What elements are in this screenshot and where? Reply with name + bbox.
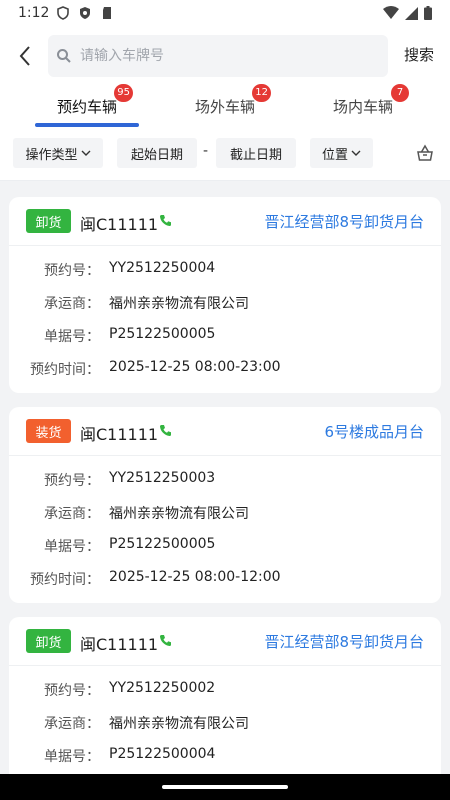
tab-label: 预约车辆 <box>57 98 118 116</box>
search-icon <box>57 49 71 63</box>
document-no-value: P25122500005 <box>109 326 216 342</box>
plate-number: 闽C11111 <box>80 425 159 444</box>
signal-icon <box>405 6 418 20</box>
field-label: 单据号： <box>44 749 100 765</box>
appointment-no-value: YY2512250003 <box>109 470 216 486</box>
dock-name: 6号楼成品月台 <box>324 423 424 441</box>
tab-inside-vehicles[interactable]: 场内车辆 7 <box>333 84 410 117</box>
appointment-time-value: 2025-12-25 08:00-12:00 <box>109 569 281 585</box>
plate-number: 闽C11111 <box>80 635 159 654</box>
tab-badge: 95 <box>114 84 134 102</box>
phone-icon[interactable] <box>159 214 172 227</box>
appointment-card[interactable]: 卸货 闽C11111 晋江经营部8号卸货月台 预约号： YY2512250004… <box>9 197 441 393</box>
appointment-no-value: YY2512250002 <box>109 680 216 696</box>
date-separator: - <box>203 143 209 159</box>
field-label: 预约号： <box>44 683 100 699</box>
appointment-time-row: 预约时间： 2025-12-25 08:00-23:00 <box>9 359 441 392</box>
shield-icon <box>57 6 69 20</box>
card-body: 预约号： YY2512250004 承运商： 福州亲亲物流有限公司 单据号： P… <box>9 246 441 392</box>
carrier-value: 福州亲亲物流有限公司 <box>109 296 249 312</box>
field-label: 单据号： <box>44 539 100 555</box>
appointment-list: 卸货 闽C11111 晋江经营部8号卸货月台 预约号： YY2512250004… <box>0 188 450 774</box>
filter-label: 位置 <box>321 147 348 163</box>
appointment-time-value: 2025-12-25 08:00-23:00 <box>109 359 281 375</box>
appointment-no-row: 预约号： YY2512250003 <box>9 470 441 503</box>
field-label: 单据号： <box>44 329 100 345</box>
field-label: 预约时间： <box>30 572 100 588</box>
filter-label: 操作类型 <box>25 147 78 163</box>
appointment-no-value: YY2512250004 <box>109 260 216 276</box>
field-label: 承运商： <box>44 506 100 522</box>
phone-icon[interactable] <box>159 634 172 647</box>
tab-outside-vehicles[interactable]: 场外车辆 12 <box>195 84 272 117</box>
field-label: 预约号： <box>44 263 100 279</box>
carrier-row: 承运商： 福州亲亲物流有限公司 <box>9 293 441 326</box>
field-label: 预约号： <box>44 473 100 489</box>
carrier-value: 福州亲亲物流有限公司 <box>109 716 249 732</box>
back-button[interactable] <box>12 42 38 70</box>
system-nav-bar <box>0 774 450 800</box>
appointment-no-row: 预约号： YY2512250002 <box>9 680 441 713</box>
operation-type-tag: 装货 <box>26 419 71 443</box>
operation-type-filter[interactable]: 操作类型 <box>13 138 103 168</box>
tab-label: 场内车辆 <box>333 98 394 116</box>
chevron-down-icon <box>81 150 90 156</box>
appointment-time-row: 预约时间： 2025-12-25 08:00-12:00 <box>9 569 441 602</box>
search-input[interactable] <box>78 47 362 65</box>
basket-icon[interactable] <box>415 143 435 163</box>
home-gesture-handle[interactable] <box>162 785 288 789</box>
dock-name: 晋江经营部8号卸货月台 <box>264 633 424 651</box>
top-panel: 1:12 搜索 预约车辆 95 场外车辆 12 <box>0 0 450 181</box>
start-date-filter[interactable]: 起始日期 <box>117 138 197 168</box>
sd-card-icon <box>103 7 111 19</box>
wifi-icon <box>383 6 399 19</box>
appointment-card[interactable]: 装货 闽C11111 6号楼成品月台 预约号： YY2512250003 承运商… <box>9 407 441 603</box>
document-no-value: P25122500005 <box>109 536 216 552</box>
plate-number: 闽C11111 <box>80 215 159 234</box>
phone-icon[interactable] <box>159 424 172 437</box>
battery-icon <box>424 6 432 20</box>
search-box[interactable] <box>48 35 388 77</box>
chevron-down-icon <box>351 150 361 156</box>
document-no-row: 单据号： P25122500005 <box>9 326 441 359</box>
tab-active-indicator <box>35 123 139 127</box>
card-header: 卸货 闽C11111 晋江经营部8号卸货月台 <box>9 617 441 666</box>
dock-name: 晋江经营部8号卸货月台 <box>264 213 424 231</box>
chevron-left-icon <box>19 46 30 66</box>
tab-appointment-vehicles[interactable]: 预约车辆 95 <box>35 84 139 127</box>
tab-badge: 7 <box>391 84 410 102</box>
card-header: 卸货 闽C11111 晋江经营部8号卸货月台 <box>9 197 441 246</box>
document-no-row: 单据号： P25122500004 <box>9 746 441 774</box>
document-no-value: P25122500004 <box>109 746 216 762</box>
location-filter[interactable]: 位置 <box>310 138 373 168</box>
appointment-card[interactable]: 卸货 闽C11111 晋江经营部8号卸货月台 预约号： YY2512250002… <box>9 617 441 774</box>
search-button[interactable]: 搜索 <box>404 44 434 65</box>
filter-label: 起始日期 <box>130 147 183 163</box>
status-left-icons <box>56 6 114 20</box>
card-body: 预约号： YY2512250002 承运商： 福州亲亲物流有限公司 单据号： P… <box>9 666 441 774</box>
filter-bar: 操作类型 起始日期 - 截止日期 位置 <box>0 138 450 181</box>
field-label: 承运商： <box>44 296 100 312</box>
operation-type-tag: 卸货 <box>26 629 71 653</box>
end-date-filter[interactable]: 截止日期 <box>216 138 296 168</box>
tab-badge: 12 <box>252 84 272 102</box>
field-label: 承运商： <box>44 716 100 732</box>
filter-label: 截止日期 <box>229 147 282 163</box>
status-right-icons <box>383 6 432 20</box>
appointment-no-row: 预约号： YY2512250004 <box>9 260 441 293</box>
carrier-value: 福州亲亲物流有限公司 <box>109 506 249 522</box>
document-no-row: 单据号： P25122500005 <box>9 536 441 569</box>
field-label: 预约时间： <box>30 362 100 378</box>
tab-label: 场外车辆 <box>195 98 256 116</box>
protect-icon <box>80 7 90 19</box>
card-header: 装货 闽C11111 6号楼成品月台 <box>9 407 441 456</box>
header: 搜索 <box>0 28 450 86</box>
status-time: 1:12 <box>18 5 50 21</box>
card-body: 预约号： YY2512250003 承运商： 福州亲亲物流有限公司 单据号： P… <box>9 456 441 602</box>
carrier-row: 承运商： 福州亲亲物流有限公司 <box>9 713 441 746</box>
operation-type-tag: 卸货 <box>26 209 71 233</box>
tab-bar: 预约车辆 95 场外车辆 12 场内车辆 7 <box>0 84 450 138</box>
carrier-row: 承运商： 福州亲亲物流有限公司 <box>9 503 441 536</box>
status-bar: 1:12 <box>0 0 450 28</box>
